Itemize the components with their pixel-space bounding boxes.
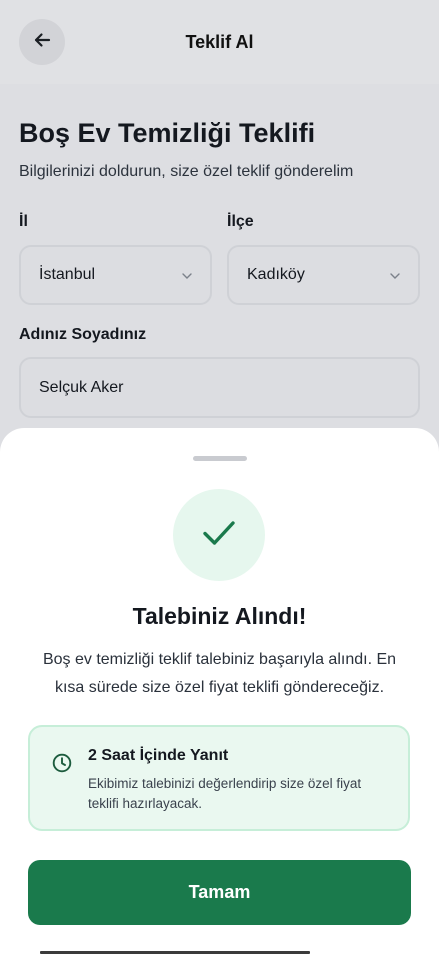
- success-bottom-sheet: Talebiniz Alındı! Boş ev temizliği tekli…: [0, 428, 439, 954]
- success-title: Talebiniz Alındı!: [132, 603, 307, 629]
- district-select[interactable]: Kadıköy: [227, 245, 420, 305]
- province-value: İstanbul: [39, 266, 96, 283]
- chevron-down-icon: [390, 266, 400, 284]
- underlying-content-peek: [40, 945, 310, 954]
- province-select[interactable]: İstanbul: [19, 245, 212, 305]
- arrow-left-icon: [32, 30, 52, 55]
- ok-button[interactable]: Tamam: [28, 860, 411, 925]
- check-icon: [202, 520, 236, 551]
- quote-form: Boş Ev Temizliği Teklifi Bilgilerinizi d…: [0, 84, 439, 484]
- back-button[interactable]: [19, 19, 65, 65]
- district-label: İlçe: [227, 213, 254, 230]
- top-app-bar: Teklif Al: [0, 0, 439, 84]
- name-value: Selçuk Aker: [39, 378, 124, 396]
- province-label: İl: [19, 213, 28, 230]
- drag-handle[interactable]: [193, 456, 247, 461]
- name-input[interactable]: Selçuk Aker: [19, 357, 420, 418]
- success-badge: [173, 489, 265, 581]
- chevron-down-icon: [182, 266, 192, 284]
- info-title: 2 Saat İçinde Yanıt: [88, 747, 229, 764]
- success-message: Boş ev temizliği teklif talebiniz başarı…: [42, 651, 397, 696]
- info-text: Ekibimiz talebinizi değerlendirip size ö…: [88, 776, 362, 811]
- page-header-title: Teklif Al: [185, 31, 254, 52]
- clock-icon: [52, 753, 72, 778]
- name-label: Adınız Soyadınız: [19, 326, 147, 343]
- page-title: Boş Ev Temizliği Teklifi: [19, 118, 316, 148]
- page-subtitle: Bilgilerinizi doldurun, size özel teklif…: [19, 163, 354, 180]
- response-time-card: 2 Saat İçinde Yanıt Ekibimiz talebinizi …: [28, 725, 410, 831]
- district-value: Kadıköy: [247, 266, 305, 283]
